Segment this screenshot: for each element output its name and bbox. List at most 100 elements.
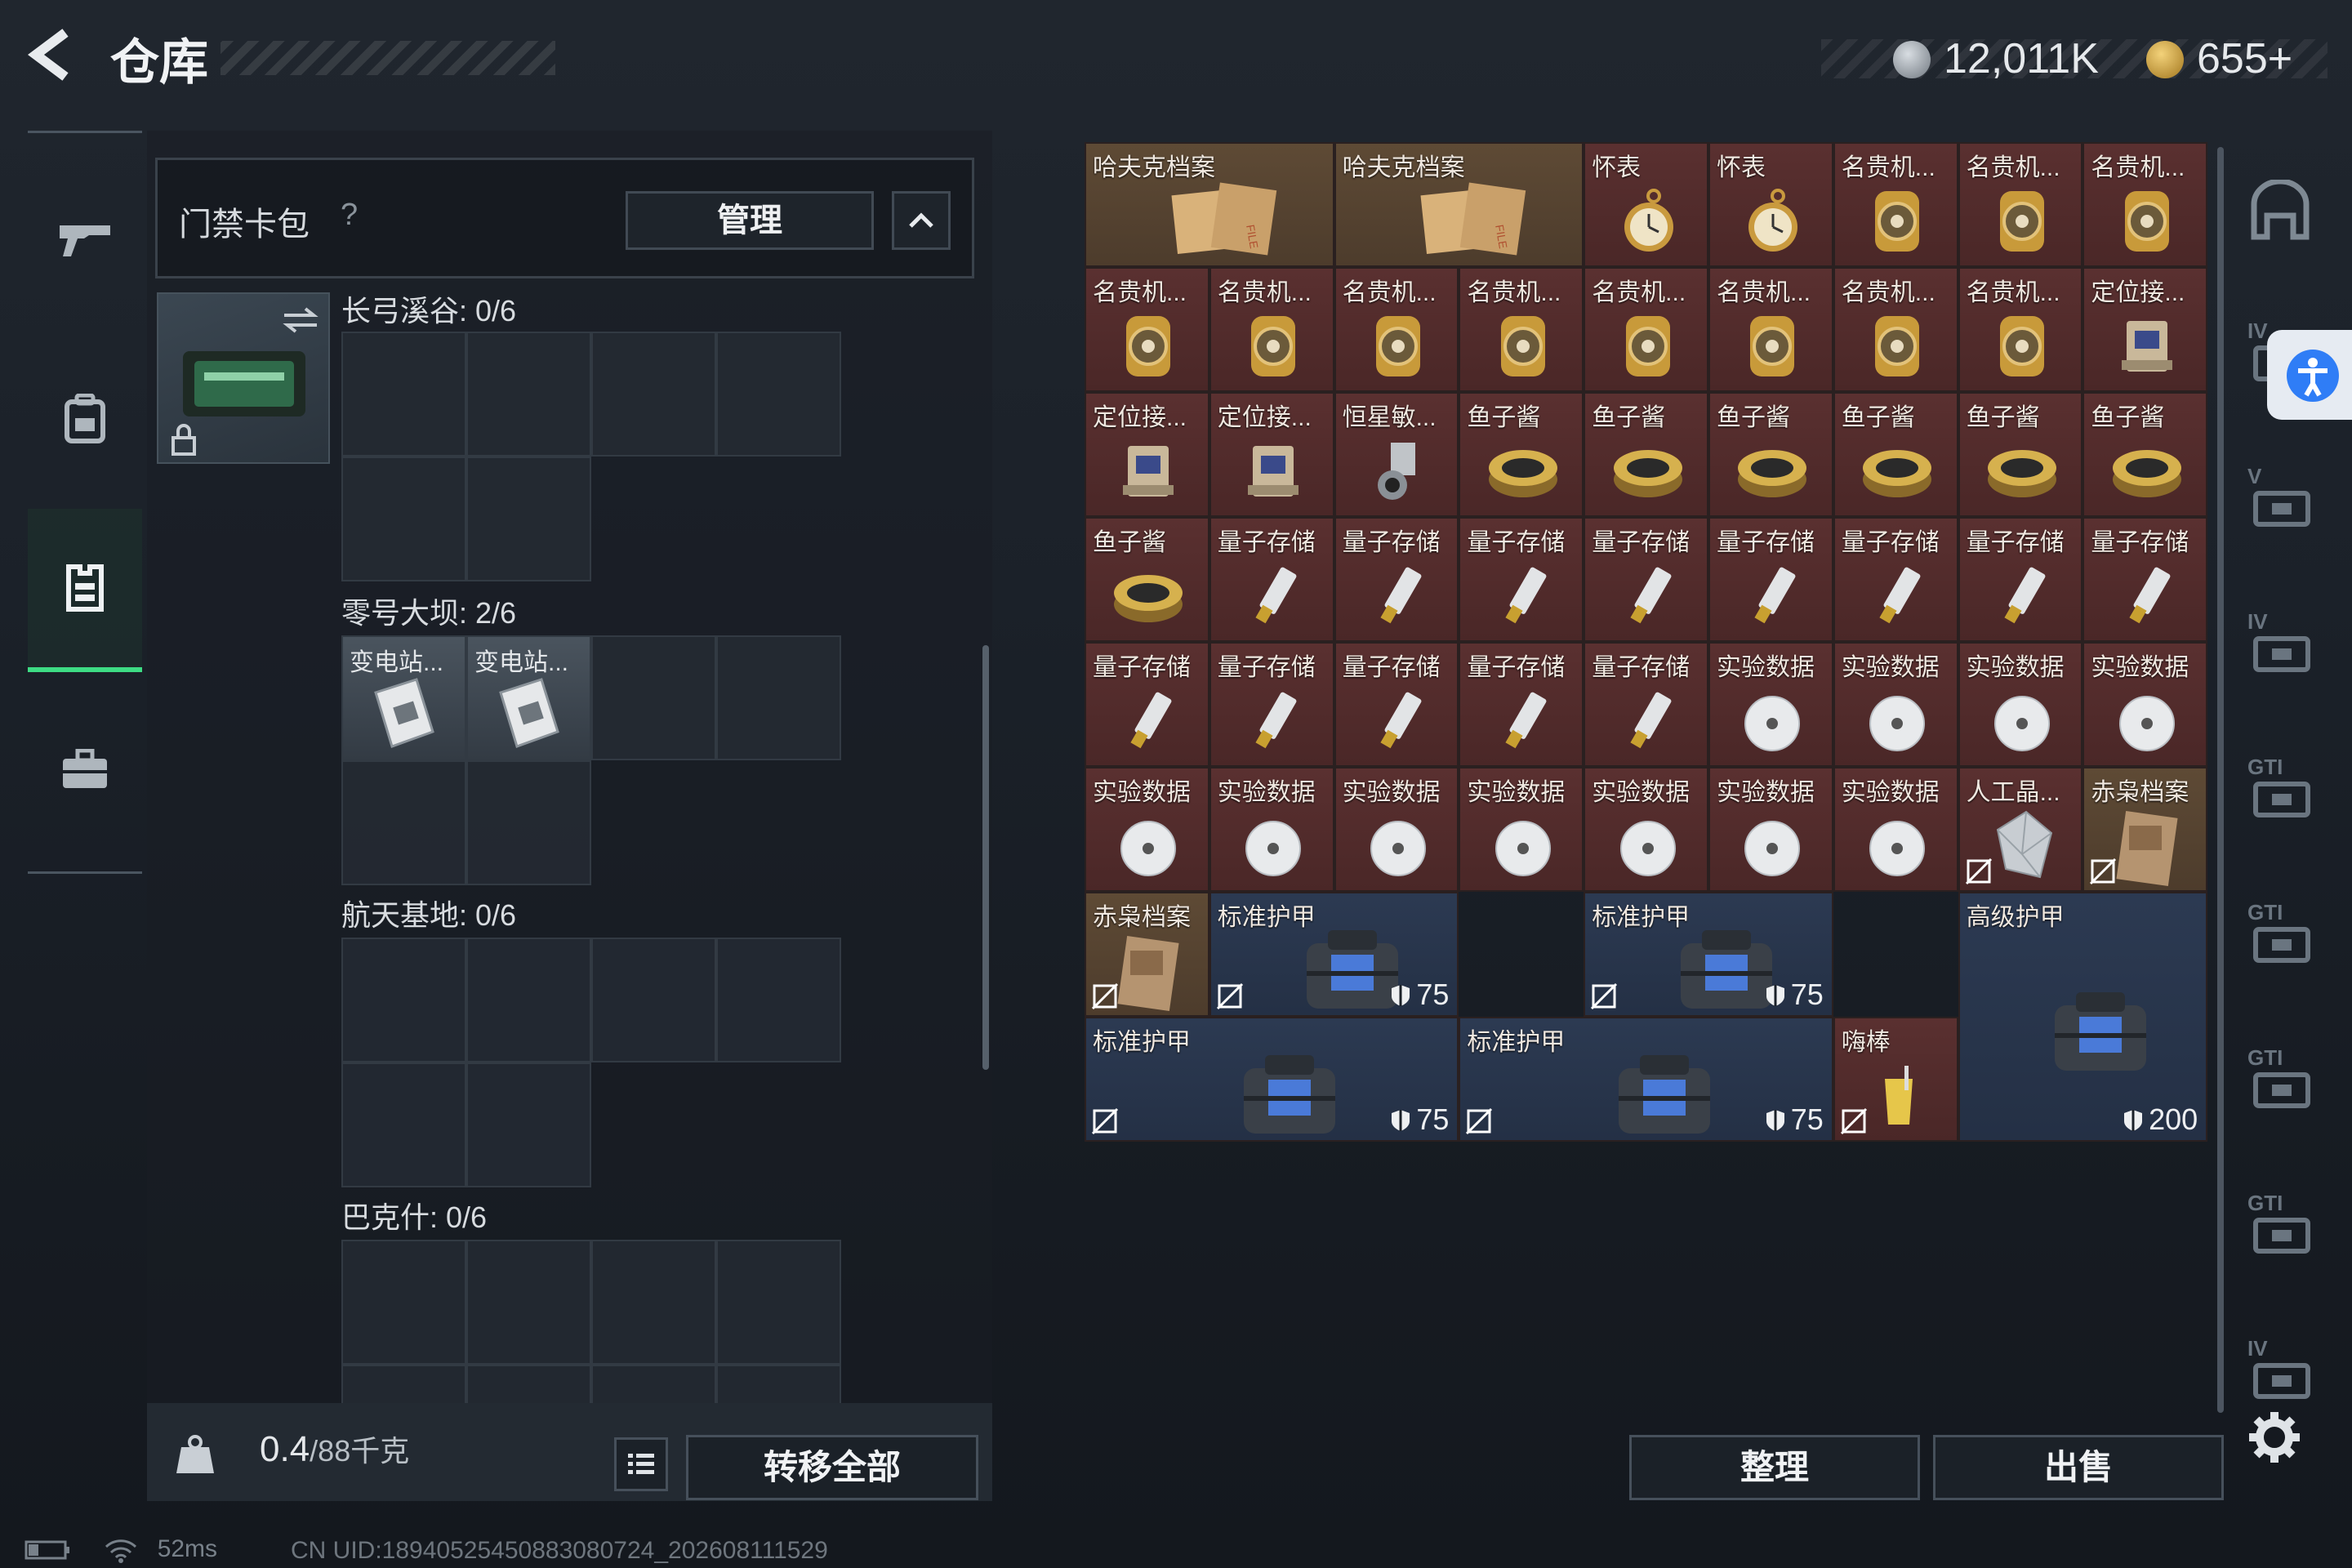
item-name: 量子存储 bbox=[1217, 654, 1316, 681]
inventory-item[interactable]: 名贵机... bbox=[1459, 267, 1584, 392]
key-card-slot[interactable]: 变电站... bbox=[341, 635, 466, 760]
inventory-item[interactable]: 鱼子酱 bbox=[1459, 392, 1584, 517]
inventory-item[interactable]: 名贵机... bbox=[1708, 267, 1833, 392]
key-card-slot[interactable]: 变电站... bbox=[466, 635, 591, 760]
inventory-item[interactable]: 实验数据 bbox=[1958, 642, 2083, 767]
nav-backpack[interactable] bbox=[28, 337, 142, 501]
inventory-item[interactable]: 量子存储 bbox=[2082, 517, 2208, 642]
inventory-item[interactable]: 量子存储 bbox=[1459, 517, 1584, 642]
nav-safehouse[interactable] bbox=[2247, 178, 2321, 253]
inventory-item[interactable]: 名贵机... bbox=[1334, 267, 1459, 392]
inventory-item[interactable]: 名贵机... bbox=[2082, 142, 2208, 267]
inventory-item[interactable]: 实验数据 bbox=[1708, 767, 1833, 892]
inventory-item[interactable]: 名贵机... bbox=[1958, 142, 2083, 267]
inventory-item[interactable]: 实验数据 bbox=[1459, 767, 1584, 892]
inventory-item[interactable]: 定位接... bbox=[2082, 267, 2208, 392]
inventory-item[interactable]: 实验数据 bbox=[2082, 642, 2208, 767]
inventory-item[interactable]: 嗨棒 bbox=[1833, 1017, 1958, 1142]
inventory-item[interactable]: 名贵机... bbox=[1085, 267, 1209, 392]
locator-icon bbox=[1111, 434, 1185, 512]
inventory-item[interactable]: 鱼子酱 bbox=[2082, 392, 2208, 517]
transfer-all-button[interactable]: 转移全部 bbox=[686, 1435, 978, 1500]
nav-container-tier[interactable]: IV bbox=[2247, 1336, 2321, 1410]
inventory-item[interactable]: 鱼子酱 bbox=[1958, 392, 2083, 517]
item-name: 量子存储 bbox=[1342, 654, 1441, 681]
inventory-item[interactable]: 实验数据 bbox=[1209, 767, 1334, 892]
inventory-item[interactable]: 鱼子酱 bbox=[1584, 392, 1708, 517]
inventory-item[interactable]: 定位接... bbox=[1085, 392, 1209, 517]
inventory-item[interactable]: 量子存储 bbox=[1584, 642, 1708, 767]
nav-gun[interactable] bbox=[28, 158, 142, 321]
nav-container-tier[interactable]: GTI bbox=[2247, 1191, 2321, 1264]
inventory-item[interactable]: 量子存储 bbox=[1584, 517, 1708, 642]
crystal-icon bbox=[1981, 805, 2063, 891]
inventory-item[interactable]: 名贵机... bbox=[1833, 267, 1958, 392]
inventory-item[interactable]: 赤枭档案 bbox=[1085, 892, 1209, 1017]
inventory-item[interactable]: 名贵机... bbox=[1584, 267, 1708, 392]
inventory-item[interactable]: 定位接... bbox=[1209, 392, 1334, 517]
inventory-item[interactable]: 怀表 bbox=[1708, 142, 1833, 267]
inventory-item[interactable]: 名贵机... bbox=[1833, 142, 1958, 267]
inventory-item[interactable]: 标准护甲 75 bbox=[1584, 892, 1833, 1017]
accessibility-button[interactable] bbox=[2267, 330, 2352, 420]
ping-text: 52ms bbox=[157, 1535, 218, 1562]
inventory-item[interactable]: 实验数据 bbox=[1584, 767, 1708, 892]
inventory-item[interactable]: 高级护甲 200 bbox=[1958, 892, 2208, 1142]
inventory-item[interactable]: 恒星敏... bbox=[1334, 392, 1459, 517]
inventory-item[interactable]: 量子存储 bbox=[1459, 642, 1584, 767]
inventory-item[interactable]: 量子存储 bbox=[1209, 642, 1334, 767]
inventory-item[interactable]: 实验数据 bbox=[1085, 767, 1209, 892]
header-stripe bbox=[220, 41, 555, 75]
inventory-item[interactable]: 标准护甲 75 bbox=[1209, 892, 1459, 1017]
inventory-item[interactable]: 实验数据 bbox=[1708, 642, 1833, 767]
list-button[interactable] bbox=[614, 1437, 668, 1491]
back-arrow-icon[interactable] bbox=[24, 26, 90, 91]
sort-button[interactable]: 整理 bbox=[1629, 1435, 1920, 1500]
inventory-item[interactable]: FILE 哈夫克档案 bbox=[1334, 142, 1584, 267]
usb-icon bbox=[1864, 559, 1930, 637]
help-icon[interactable]: ? bbox=[341, 198, 358, 233]
inventory-item[interactable]: 量子存储 bbox=[1708, 517, 1833, 642]
sell-button[interactable]: 出售 bbox=[1933, 1435, 2224, 1500]
nav-container-tier[interactable]: V bbox=[2247, 464, 2321, 537]
item-name: 量子存储 bbox=[1966, 529, 2065, 556]
inventory-item[interactable]: 量子存储 bbox=[1334, 517, 1459, 642]
currency-gold[interactable]: 655+ bbox=[2197, 34, 2292, 83]
inventory-item[interactable]: 鱼子酱 bbox=[1085, 517, 1209, 642]
nav-container-tier[interactable]: IV bbox=[2247, 609, 2321, 683]
inventory-item[interactable]: 量子存储 bbox=[1209, 517, 1334, 642]
container-icon bbox=[2253, 636, 2310, 672]
inventory-item[interactable]: 实验数据 bbox=[1334, 767, 1459, 892]
manage-button[interactable]: 管理 bbox=[626, 191, 874, 250]
inventory-item[interactable]: 量子存储 bbox=[1958, 517, 2083, 642]
settings-button[interactable] bbox=[2246, 1409, 2303, 1466]
collapse-button[interactable] bbox=[892, 191, 951, 250]
inventory-item[interactable]: 量子存储 bbox=[1334, 642, 1459, 767]
inventory-item[interactable]: 标准护甲 75 bbox=[1459, 1017, 1833, 1142]
card-pack-thumbnail[interactable] bbox=[157, 292, 330, 464]
inventory-item[interactable]: 赤枭档案 bbox=[2082, 767, 2208, 892]
inventory-item[interactable]: FILE 哈夫克档案 bbox=[1085, 142, 1334, 267]
nav-case[interactable] bbox=[28, 688, 142, 852]
item-name: 名贵机... bbox=[1841, 279, 1936, 306]
inventory-item[interactable]: 怀表 bbox=[1584, 142, 1708, 267]
inventory-item[interactable]: 鱼子酱 bbox=[1833, 392, 1958, 517]
left-scrollbar[interactable] bbox=[982, 645, 989, 1070]
inventory-item[interactable]: 名贵机... bbox=[1958, 267, 2083, 392]
inventory-item[interactable]: 人工晶... bbox=[1958, 767, 2083, 892]
inventory-item[interactable]: 量子存储 bbox=[1833, 517, 1958, 642]
inventory-item[interactable]: 鱼子酱 bbox=[1708, 392, 1833, 517]
inventory-item[interactable]: 量子存储 bbox=[1085, 642, 1209, 767]
nav-container-tier[interactable]: GTI bbox=[2247, 900, 2321, 973]
item-name: 量子存储 bbox=[1717, 529, 1815, 556]
nav-vest[interactable] bbox=[28, 509, 142, 672]
inventory-item[interactable]: 名贵机... bbox=[1209, 267, 1334, 392]
inventory-item[interactable]: 实验数据 bbox=[1833, 767, 1958, 892]
card-pack-title: 门禁卡包 bbox=[179, 207, 310, 243]
nav-container-tier[interactable]: GTI bbox=[2247, 1045, 2321, 1119]
inventory-item[interactable]: 实验数据 bbox=[1833, 642, 1958, 767]
inventory-item[interactable]: 标准护甲 75 bbox=[1085, 1017, 1459, 1142]
swap-icon[interactable] bbox=[281, 304, 320, 336]
nav-container-tier[interactable]: GTI bbox=[2247, 755, 2321, 828]
caviar-icon bbox=[1858, 439, 1936, 508]
